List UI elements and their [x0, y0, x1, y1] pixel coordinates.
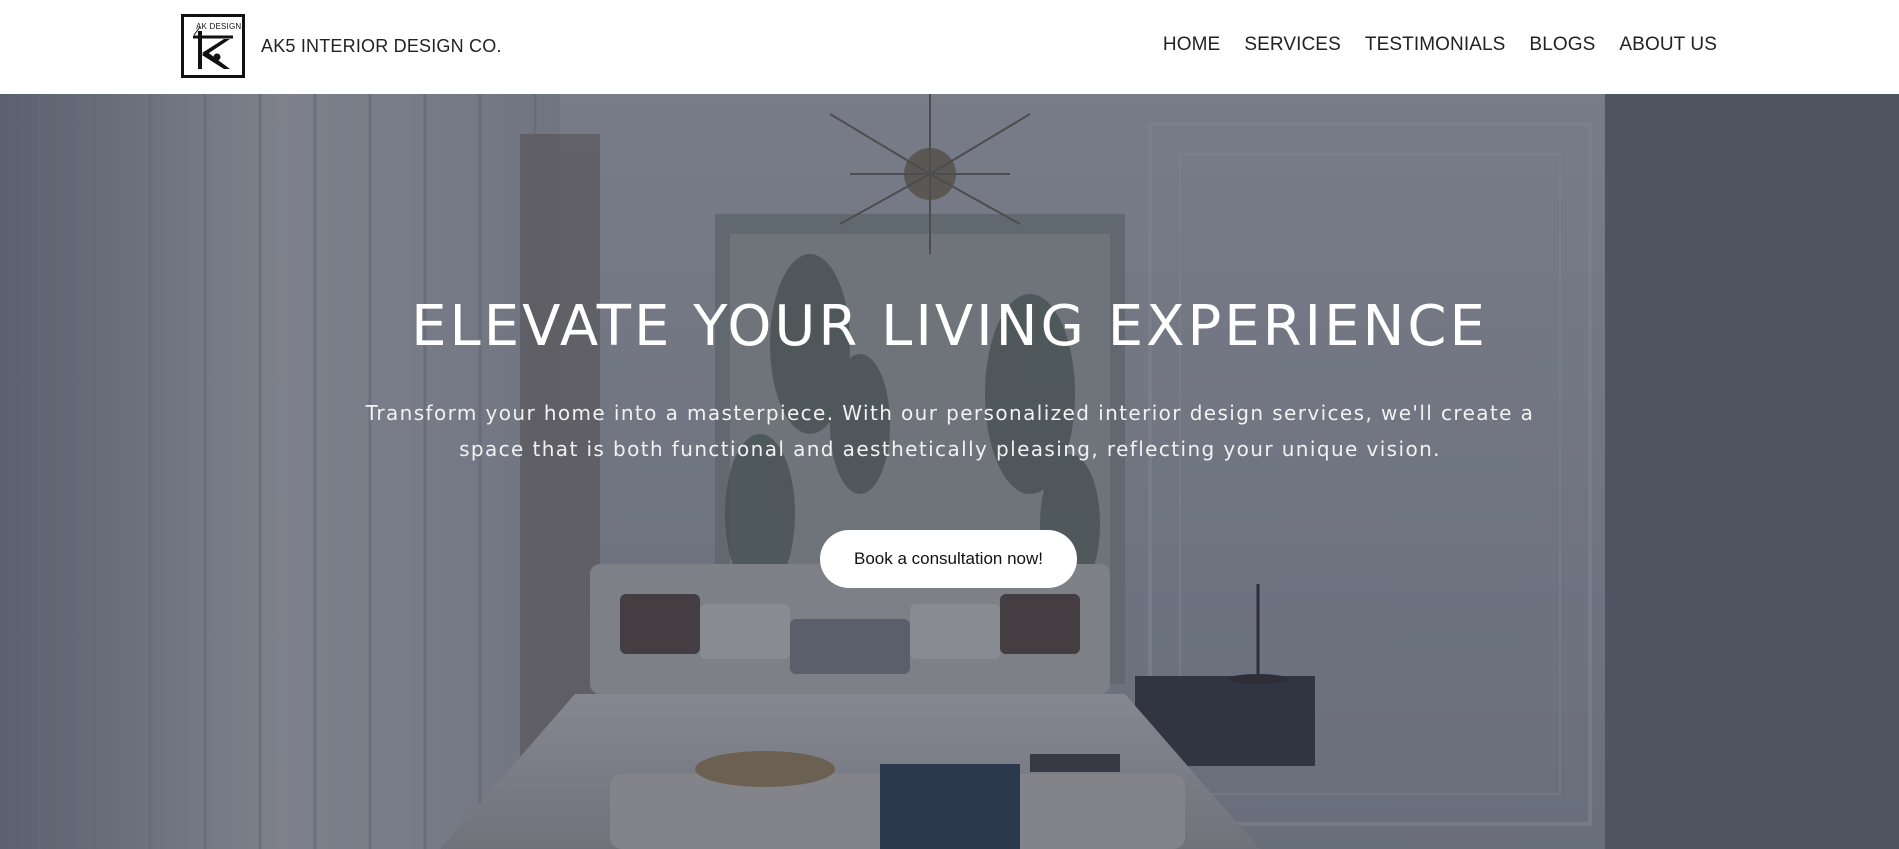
nav-item-blogs[interactable]: BLOGS	[1529, 34, 1595, 56]
hero-section: ELEVATE YOUR LIVING EXPERIENCE Transform…	[0, 94, 1899, 849]
hero-overlay	[0, 94, 1899, 849]
logo-text: AK DESIGN	[196, 22, 242, 31]
site-header: AK DESIGN AK5 INTERIOR DESIGN CO. HOME S…	[0, 0, 1899, 94]
nav-item-about-us[interactable]: ABOUT US	[1619, 34, 1717, 56]
hero-title: ELEVATE YOUR LIVING EXPERIENCE	[411, 294, 1488, 359]
book-consultation-button[interactable]: Book a consultation now!	[820, 530, 1077, 588]
brand-link[interactable]: AK DESIGN AK5 INTERIOR DESIGN CO.	[181, 14, 502, 78]
nav-item-services[interactable]: SERVICES	[1244, 34, 1341, 56]
main-nav: HOME SERVICES TESTIMONIALS BLOGS ABOUT U…	[1163, 34, 1717, 56]
brand-name: AK5 INTERIOR DESIGN CO.	[261, 35, 502, 56]
nav-item-home[interactable]: HOME	[1163, 34, 1220, 56]
hero-subtitle: Transform your home into a masterpiece. …	[365, 401, 1535, 461]
ak-design-logo-icon: AK DESIGN	[181, 14, 245, 78]
nav-item-testimonials[interactable]: TESTIMONIALS	[1365, 34, 1506, 56]
